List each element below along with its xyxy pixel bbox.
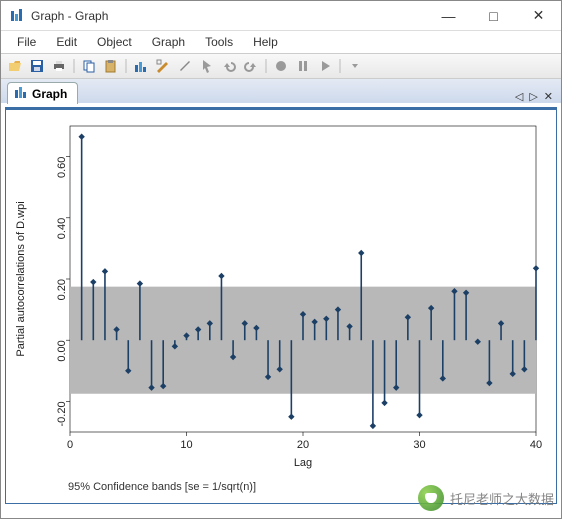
tab-bar: Graph ◁ ▷ ✕ [1, 79, 561, 103]
menu-arrow-icon[interactable] [345, 56, 365, 76]
tab-label: Graph [32, 87, 67, 101]
save-icon[interactable] [27, 56, 47, 76]
graph-panel: 0 10 20 30 40 -0.20 0.00 0.20 0.40 0.60 Lag Partial… [5, 107, 557, 504]
window-title: Graph - Graph [31, 9, 108, 23]
edit-plot-icon[interactable] [153, 56, 173, 76]
svg-text:40: 40 [530, 439, 542, 451]
svg-text:0: 0 [67, 439, 73, 451]
svg-text:10: 10 [180, 439, 192, 451]
menu-tools[interactable]: Tools [197, 34, 241, 50]
maximize-button[interactable]: □ [471, 1, 516, 30]
wechat-icon [418, 485, 444, 511]
separator-icon [263, 56, 269, 76]
tab-graph[interactable]: Graph [7, 82, 78, 104]
toolbar [1, 53, 561, 79]
watermark-text: 托尼老师之大数据 [450, 489, 554, 508]
watermark: 托尼老师之大数据 [418, 485, 554, 511]
redo-icon[interactable] [241, 56, 261, 76]
svg-text:30: 30 [413, 439, 425, 451]
undo-icon[interactable] [219, 56, 239, 76]
chart-icon[interactable] [131, 56, 151, 76]
svg-text:0.20: 0.20 [56, 279, 68, 300]
print-icon[interactable] [49, 56, 69, 76]
menu-object[interactable]: Object [89, 34, 140, 50]
separator-icon [337, 56, 343, 76]
menu-help[interactable]: Help [245, 34, 286, 50]
svg-text:-0.20: -0.20 [56, 401, 68, 426]
svg-text:0.40: 0.40 [56, 218, 68, 239]
tab-close[interactable]: ✕ [542, 90, 555, 103]
menu-file[interactable]: File [9, 34, 44, 50]
tab-scroll-left[interactable]: ◁ [513, 90, 525, 103]
tab-scroll-right[interactable]: ▷ [527, 90, 539, 103]
chart-icon [14, 85, 28, 102]
record-icon[interactable] [271, 56, 291, 76]
svg-text:Lag: Lag [294, 457, 312, 469]
svg-text:20: 20 [297, 439, 309, 451]
pointer-icon[interactable] [197, 56, 217, 76]
separator-icon [123, 56, 129, 76]
menu-edit[interactable]: Edit [48, 34, 85, 50]
play-icon[interactable] [315, 56, 335, 76]
title-bar: Graph - Graph — □ ✕ [1, 1, 561, 31]
copy-icon[interactable] [79, 56, 99, 76]
app-icon [9, 8, 25, 24]
svg-text:0.60: 0.60 [56, 157, 68, 178]
paste-icon[interactable] [101, 56, 121, 76]
content-area: 0 10 20 30 40 -0.20 0.00 0.20 0.40 0.60 Lag Partial… [1, 103, 561, 508]
separator-icon [71, 56, 77, 76]
svg-text:0.00: 0.00 [56, 340, 68, 361]
svg-text:Partial autocorrelations of D.: Partial autocorrelations of D.wpi [15, 201, 27, 356]
pause-icon[interactable] [293, 56, 313, 76]
draw-icon[interactable] [175, 56, 195, 76]
minimize-button[interactable]: — [426, 1, 471, 30]
menu-graph[interactable]: Graph [144, 34, 193, 50]
close-button[interactable]: ✕ [516, 1, 561, 30]
open-icon[interactable] [5, 56, 25, 76]
menu-bar: File Edit Object Graph Tools Help [1, 31, 561, 53]
pacf-chart: 0 10 20 30 40 -0.20 0.00 0.20 0.40 0.60 Lag Partial… [8, 112, 548, 472]
